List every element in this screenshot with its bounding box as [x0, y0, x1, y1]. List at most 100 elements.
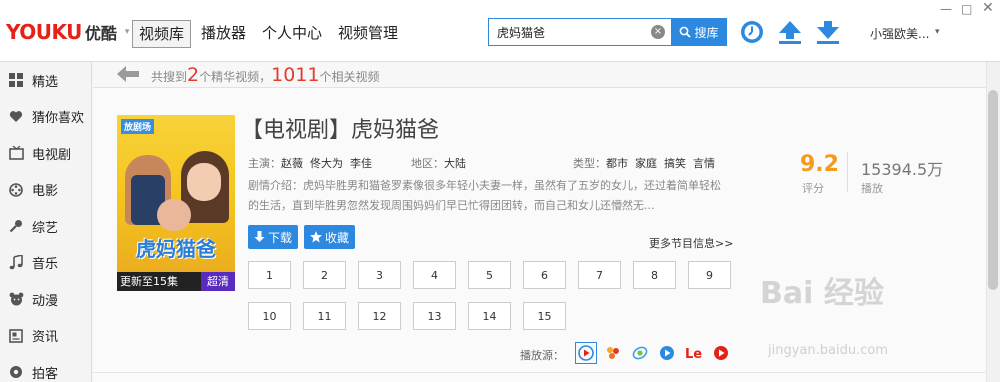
favorite-label: 收藏 — [325, 230, 350, 245]
sidebar: 精选 猜你喜欢 电视剧 电影 综艺 音乐 动漫 资讯 拍客 — [0, 62, 92, 382]
poster-figure-child — [157, 199, 191, 231]
poster-caption: 更新至15集 超清 — [117, 272, 235, 291]
region-value[interactable]: 大陆 — [444, 157, 466, 170]
episode-button[interactable]: 7 — [578, 261, 621, 289]
minimize-icon[interactable]: — — [940, 2, 952, 16]
episode-button[interactable]: 15 — [523, 302, 566, 330]
sidebar-item-variety[interactable]: 综艺 — [0, 208, 91, 245]
tab-video-library[interactable]: 视频库 — [132, 20, 192, 48]
show-description: 剧情介绍：虎妈毕胜男和猫爸罗素像很多年轻小夫妻一样，虽然有了五岁的女儿，还过着简… — [248, 179, 721, 212]
baidu-watermark-url: jingyan.baidu.com — [768, 343, 888, 358]
sidebar-item-tv-series[interactable]: 电视剧 — [0, 135, 91, 172]
poster-figure-woman-face — [187, 163, 221, 201]
user-menu-chevron-icon[interactable]: ▾ — [935, 27, 940, 37]
poster-quality-badge: 超清 — [201, 272, 235, 291]
bear-face-icon — [8, 291, 24, 307]
search-button-label: 搜库 — [694, 25, 719, 40]
sidebar-item-news[interactable]: 资讯 — [0, 318, 91, 355]
result-bar: 共搜到2个精华视频，1011个相关视频 — [93, 62, 986, 88]
episode-button[interactable]: 2 — [303, 261, 346, 289]
grid-icon — [8, 72, 24, 88]
download-icon[interactable] — [814, 18, 842, 46]
sidebar-item-label: 电影 — [32, 184, 59, 200]
favorite-button[interactable]: 收藏 — [304, 225, 356, 249]
cast-member[interactable]: 李佳 — [350, 157, 372, 170]
clear-search-icon[interactable]: × — [651, 25, 665, 39]
sidebar-item-movies[interactable]: 电影 — [0, 172, 91, 209]
search-input[interactable] — [489, 19, 669, 45]
genre-label: 类型： — [573, 157, 606, 170]
sidebar-item-anime[interactable]: 动漫 — [0, 281, 91, 318]
film-reel-icon — [8, 182, 24, 198]
genre-tag[interactable]: 搞笑 — [664, 157, 686, 170]
tab-video-management[interactable]: 视频管理 — [332, 20, 404, 48]
baidu-watermark-logo: Bai 经验 — [760, 276, 884, 311]
tv-icon — [8, 145, 24, 161]
history-clock-icon[interactable] — [738, 18, 766, 46]
more-info-label: 更多节目信息 — [649, 237, 715, 250]
genre-info: 类型：都市 家庭 搞笑 言情 — [573, 155, 715, 171]
episode-button[interactable]: 9 — [688, 261, 731, 289]
upload-icon[interactable] — [776, 18, 804, 46]
cast-member[interactable]: 佟大为 — [310, 157, 343, 170]
sidebar-item-label: 资讯 — [32, 330, 59, 346]
sidebar-item-music[interactable]: 音乐 — [0, 245, 91, 282]
genre-tag[interactable]: 言情 — [693, 157, 715, 170]
more-info-link[interactable]: 更多节目信息>> — [649, 235, 733, 251]
double-chevron-right-icon: >> — [715, 237, 734, 250]
episode-button[interactable]: 14 — [468, 302, 511, 330]
cast-member[interactable]: 赵薇 — [281, 157, 303, 170]
episode-button[interactable]: 12 — [358, 302, 401, 330]
episode-button[interactable]: 3 — [358, 261, 401, 289]
play-count-label: 播放 — [861, 182, 883, 195]
sidebar-item-featured[interactable]: 精选 — [0, 62, 91, 99]
star-icon — [310, 231, 322, 243]
sidebar-item-label: 猜你喜欢 — [32, 111, 85, 127]
genre-tag[interactable]: 家庭 — [635, 157, 657, 170]
episode-button[interactable]: 8 — [633, 261, 676, 289]
youku-logo[interactable]: YOUKU 优酷 ▾ — [6, 18, 129, 46]
episode-button[interactable]: 13 — [413, 302, 456, 330]
episode-button[interactable]: 5 — [468, 261, 511, 289]
search-box: × 搜库 — [488, 18, 727, 46]
result-prefix: 共搜到 — [151, 70, 188, 84]
cast-label: 主演： — [248, 157, 281, 170]
news-icon — [8, 328, 24, 344]
iqiyi-icon[interactable] — [629, 342, 651, 364]
episode-button[interactable]: 6 — [523, 261, 566, 289]
close-window-icon[interactable]: ✕ — [982, 0, 994, 16]
maximize-icon[interactable]: □ — [961, 2, 972, 16]
logo-dropdown-icon[interactable]: ▾ — [125, 27, 130, 37]
sidebar-item-paike[interactable]: 拍客 — [0, 354, 91, 382]
pptv-icon[interactable] — [656, 342, 678, 364]
youku-icon[interactable] — [575, 342, 597, 364]
sidebar-item-recommended[interactable]: 猜你喜欢 — [0, 99, 91, 136]
episode-button[interactable]: 1 — [248, 261, 291, 289]
back-arrow-icon[interactable] — [117, 65, 139, 86]
logo-brand-text: YOUKU — [6, 20, 82, 44]
tab-personal-center[interactable]: 个人中心 — [256, 20, 328, 48]
download-button[interactable]: 下载 — [248, 225, 299, 249]
show-title[interactable]: 【电视剧】虎妈猫爸 — [241, 112, 439, 144]
letv-icon[interactable]: Le — [683, 342, 705, 364]
sidebar-item-label: 电视剧 — [32, 147, 72, 163]
main-nav: 视频库 播放器 个人中心 视频管理 — [132, 20, 408, 48]
tencent-icon[interactable] — [710, 342, 732, 364]
total-text: 个相关视频 — [319, 70, 380, 84]
episode-button[interactable]: 11 — [303, 302, 346, 330]
genre-tag[interactable]: 都市 — [606, 157, 628, 170]
play-count: 15394.5万 — [861, 160, 944, 179]
user-name[interactable]: 小强欧美... — [870, 25, 929, 42]
show-poster[interactable]: 放剧场 虎妈猫爸 — [117, 115, 235, 291]
episode-button[interactable]: 10 — [248, 302, 291, 330]
sidebar-item-label: 动漫 — [32, 293, 59, 309]
sidebar-item-label: 精选 — [32, 74, 59, 90]
episode-button[interactable]: 4 — [413, 261, 456, 289]
tab-player[interactable]: 播放器 — [195, 20, 252, 48]
search-button[interactable]: 搜库 — [671, 18, 727, 46]
tudou-icon[interactable] — [602, 342, 624, 364]
poster-channel-logo: 放剧场 — [121, 119, 155, 134]
heart-icon — [8, 109, 24, 125]
premium-text: 个精华视频， — [199, 70, 272, 84]
scrollbar-thumb[interactable] — [988, 90, 998, 290]
